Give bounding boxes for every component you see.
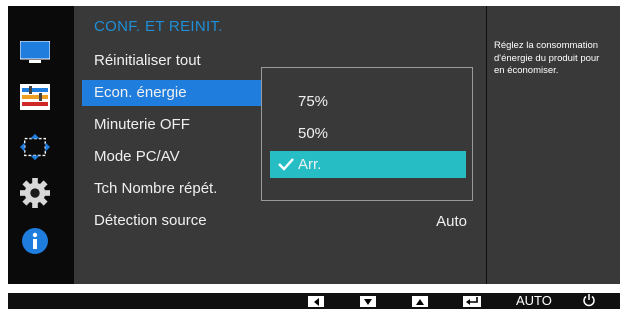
left-arrow-icon bbox=[314, 297, 319, 306]
auto-button[interactable]: AUTO bbox=[516, 294, 552, 308]
source-detection-value: Auto bbox=[436, 213, 467, 230]
option-50[interactable]: 50% bbox=[270, 120, 466, 147]
menu-item-eco-saving[interactable]: Econ. énergie bbox=[82, 80, 272, 106]
menu-item-label: Tch Nombre répét. bbox=[94, 180, 218, 197]
option-off[interactable]: Arr. bbox=[270, 151, 466, 178]
left-arrow-button[interactable] bbox=[308, 296, 324, 307]
option-75[interactable]: 75% bbox=[270, 88, 466, 115]
menu-item-key-repeat-time[interactable]: Tch Nombre répét. bbox=[82, 176, 272, 202]
monitor-icon[interactable] bbox=[20, 38, 50, 68]
menu-item-label: Réinitialiser tout bbox=[94, 52, 201, 69]
power-button[interactable] bbox=[582, 293, 596, 307]
menu-item-label: Mode PC/AV bbox=[94, 148, 180, 165]
down-arrow-button[interactable] bbox=[360, 296, 376, 307]
eco-saving-submenu: 75% 50% Arr. bbox=[261, 67, 473, 201]
up-arrow-button[interactable] bbox=[412, 296, 428, 307]
option-label: 75% bbox=[298, 93, 329, 110]
menu-item-reset-all[interactable]: Réinitialiser tout bbox=[82, 48, 272, 74]
menu-title: CONF. ET REINIT. bbox=[94, 18, 223, 35]
down-arrow-icon bbox=[364, 298, 372, 305]
menu-item-pc-av-mode[interactable]: Mode PC/AV bbox=[82, 144, 272, 170]
color-settings-icon[interactable] bbox=[20, 82, 50, 112]
power-icon bbox=[583, 294, 595, 307]
menu-item-label: Minuterie OFF bbox=[94, 116, 190, 133]
info-line: Réglez la consommation bbox=[494, 40, 599, 51]
info-line: d'énergie du produit pour bbox=[494, 52, 600, 64]
checkmark-icon bbox=[278, 151, 294, 180]
option-label: Arr. bbox=[298, 156, 322, 173]
menu-item-source-detection[interactable]: Détection source bbox=[82, 208, 272, 234]
menu-item-label: Détection source bbox=[94, 212, 207, 229]
enter-icon bbox=[466, 297, 478, 305]
info-line: en économiser. bbox=[494, 65, 559, 76]
information-icon[interactable] bbox=[20, 226, 50, 256]
up-arrow-icon bbox=[416, 298, 424, 305]
info-description: Réglez la consommation d'énergie du prod… bbox=[494, 40, 620, 78]
enter-button[interactable] bbox=[463, 296, 481, 307]
setup-gear-icon[interactable] bbox=[20, 178, 50, 208]
size-position-icon[interactable] bbox=[20, 132, 50, 162]
menu-item-off-timer[interactable]: Minuterie OFF bbox=[82, 112, 272, 138]
option-label: 50% bbox=[298, 125, 329, 142]
menu-item-label: Econ. énergie bbox=[94, 84, 187, 101]
